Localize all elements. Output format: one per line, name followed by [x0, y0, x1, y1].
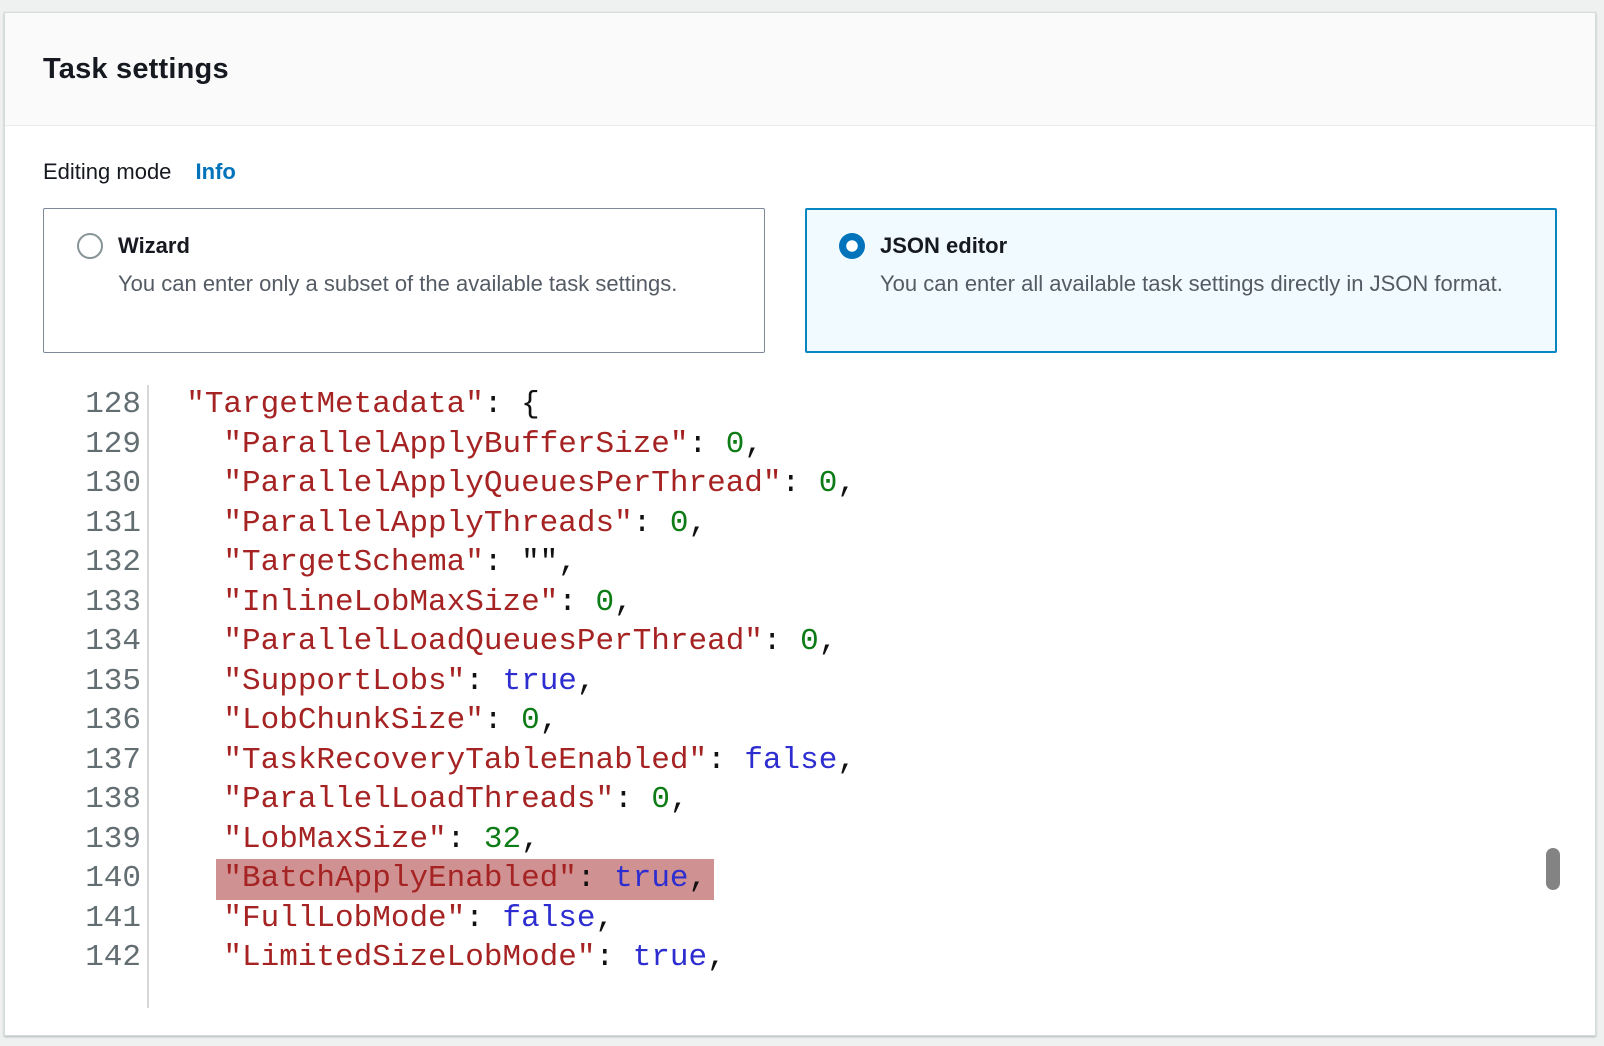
code-line: 128 "TargetMetadata": { [43, 385, 1557, 425]
code-line: 134 "ParallelLoadQueuesPerThread": 0, [43, 622, 1557, 662]
line-number: 134 [43, 622, 149, 662]
code-line: 137 "TaskRecoveryTableEnabled": false, [43, 741, 1557, 781]
code-line: 139 "LobMaxSize": 32, [43, 820, 1557, 860]
line-number: 128 [43, 385, 149, 425]
wizard-description: You can enter only a subset of the avail… [118, 267, 677, 300]
code-line: 132 "TargetSchema": "", [43, 543, 1557, 583]
code-line: 138 "ParallelLoadThreads": 0, [43, 780, 1557, 820]
line-number: 129 [43, 425, 149, 465]
panel-body: Editing mode Info Wizard You can enter o… [5, 157, 1595, 1008]
editing-mode-label: Editing mode [43, 159, 171, 184]
code-line: 140 "BatchApplyEnabled": true, [43, 859, 1557, 899]
line-number: 140 [43, 859, 149, 899]
tile-wizard[interactable]: Wizard You can enter only a subset of th… [43, 208, 765, 353]
code-line: 131 "ParallelApplyThreads": 0, [43, 504, 1557, 544]
code-line: 136 "LobChunkSize": 0, [43, 701, 1557, 741]
wizard-radio-icon[interactable] [77, 233, 103, 259]
wizard-label: Wizard [118, 231, 677, 261]
panel-header: Task settings [5, 13, 1595, 126]
page-title: Task settings [43, 53, 1595, 86]
line-number: 135 [43, 662, 149, 702]
code-line: 135 "SupportLobs": true, [43, 662, 1557, 702]
tile-json-editor[interactable]: JSON editor You can enter all available … [805, 208, 1557, 353]
code-line-empty [43, 978, 1557, 1008]
line-number: 137 [43, 741, 149, 781]
line-number: 142 [43, 938, 149, 978]
json-code-editor[interactable]: 128 "TargetMetadata": {129 "ParallelAppl… [43, 385, 1557, 1008]
line-number: 138 [43, 780, 149, 820]
line-number: 131 [43, 504, 149, 544]
json-editor-label: JSON editor [880, 231, 1503, 261]
line-number: 139 [43, 820, 149, 860]
line-number: 136 [43, 701, 149, 741]
code-line: 130 "ParallelApplyQueuesPerThread": 0, [43, 464, 1557, 504]
vertical-scrollbar-thumb[interactable] [1546, 848, 1560, 890]
code-line: 141 "FullLobMode": false, [43, 899, 1557, 939]
line-number: 133 [43, 583, 149, 623]
line-number: 130 [43, 464, 149, 504]
task-settings-panel: Task settings Editing mode Info Wizard Y… [4, 12, 1596, 1036]
json-editor-radio-icon[interactable] [839, 233, 865, 259]
line-number: 141 [43, 899, 149, 939]
highlighted-code: "BatchApplyEnabled": true, [223, 859, 707, 900]
editing-mode-row: Editing mode Info [43, 157, 1557, 187]
json-editor-description: You can enter all available task setting… [880, 267, 1503, 300]
code-line: 133 "InlineLobMaxSize": 0, [43, 583, 1557, 623]
editing-mode-tiles: Wizard You can enter only a subset of th… [43, 208, 1557, 353]
info-link[interactable]: Info [196, 159, 236, 184]
code-line: 142 "LimitedSizeLobMode": true, [43, 938, 1557, 978]
code-line: 129 "ParallelApplyBufferSize": 0, [43, 425, 1557, 465]
line-number: 132 [43, 543, 149, 583]
